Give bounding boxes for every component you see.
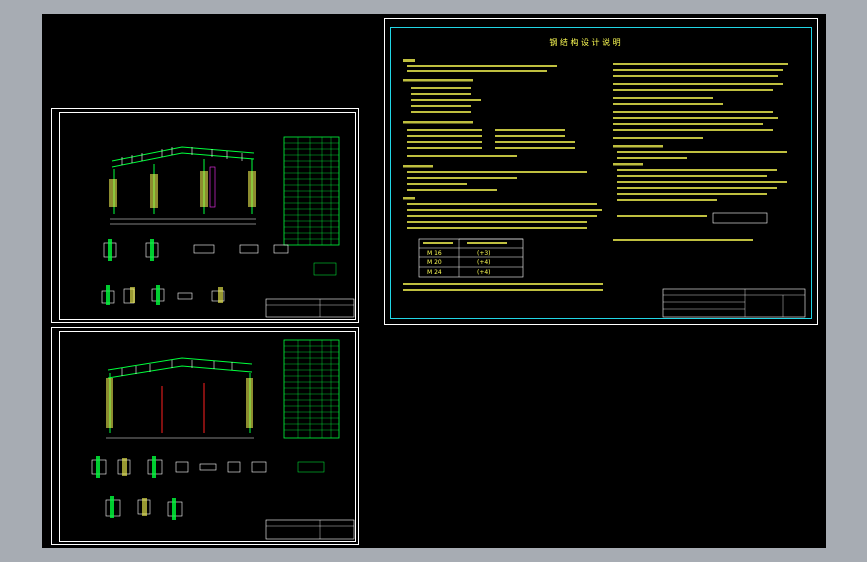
bolt-grade-2: M 20: [427, 259, 442, 266]
drawing-sheet-a[interactable]: [51, 108, 359, 323]
sheet-a-drawing: [101, 136, 355, 318]
bolt-grade-1: M 16: [427, 250, 442, 257]
bolt-value-2: (+4): [477, 259, 491, 266]
sheet-c-drawing: 钢 结 构 设 计 说 明 M 16 M 20 M 24 (+3) (+4) (…: [403, 37, 806, 318]
drawing-sheet-c[interactable]: 钢 结 构 设 计 说 明 M 16 M 20 M 24 (+3) (+4) (…: [384, 18, 818, 325]
drawing-canvas[interactable]: 钢 结 构 设 计 说 明 M 16 M 20 M 24 (+3) (+4) (…: [42, 14, 826, 548]
bolt-table: M 16 M 20 M 24 (+3) (+4) (+4): [418, 238, 524, 278]
bolt-value-3: (+4): [477, 269, 491, 276]
design-notes-title: 钢 结 构 设 计 说 明: [549, 37, 620, 47]
sheet-b-drawing: [91, 339, 355, 540]
bolt-value-1: (+3): [477, 250, 491, 257]
drawing-sheet-b[interactable]: [51, 327, 359, 545]
bolt-grade-3: M 24: [427, 269, 442, 276]
